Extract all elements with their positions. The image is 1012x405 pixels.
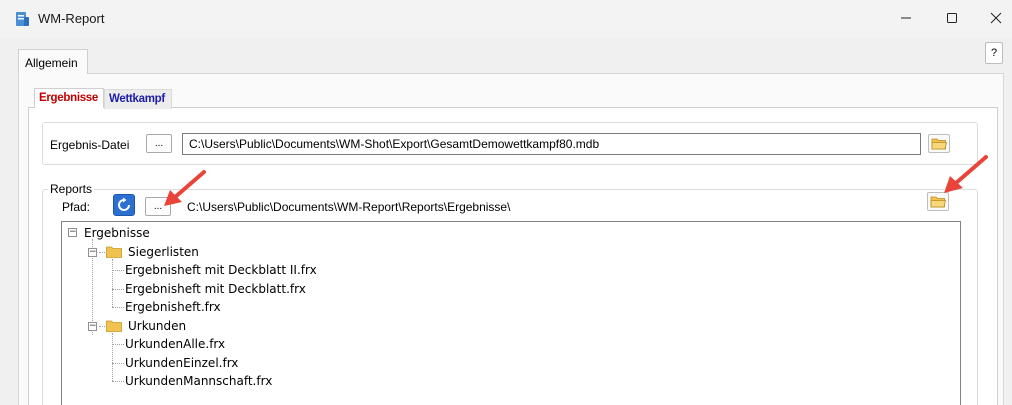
expander-root[interactable]: −: [68, 228, 77, 237]
tree-connector: [112, 344, 124, 345]
refresh-button[interactable]: [113, 194, 135, 216]
folder-open-icon: [931, 138, 947, 150]
result-file-label: Ergebnis-Datei: [50, 138, 130, 152]
expander-siegerlisten[interactable]: −: [88, 248, 97, 257]
minimize-button[interactable]: [888, 6, 924, 30]
tree-item[interactable]: Ergebnisheft mit Deckblatt.frx: [125, 282, 306, 296]
folder-icon: [106, 246, 122, 258]
tree-root[interactable]: Ergebnisse: [84, 226, 150, 240]
refresh-icon: [118, 197, 130, 211]
folder-icon: [106, 320, 122, 332]
result-file-browse-button[interactable]: ...: [146, 134, 172, 153]
folder-open-icon: [930, 196, 946, 208]
tree-group-siegerlisten[interactable]: Siegerlisten: [128, 245, 199, 259]
tab-ergebnisse[interactable]: Ergebnisse: [34, 88, 104, 108]
annotation-arrow: [164, 170, 206, 206]
minimize-icon: [901, 17, 911, 19]
close-icon: [990, 12, 1002, 24]
tree-item[interactable]: Ergebnisheft mit Deckblatt II.frx: [125, 263, 317, 277]
tree-connector: [99, 252, 105, 253]
annotation-arrow: [944, 155, 988, 193]
tree-connector: [112, 259, 113, 307]
tab-allgemein[interactable]: Allgemein: [18, 49, 88, 74]
tree-connector: [112, 363, 124, 364]
app-icon: [16, 12, 29, 26]
tree-connector: [99, 326, 105, 327]
reports-path-value: C:\Users\Public\Documents\WM-Report\Repo…: [187, 200, 511, 214]
tree-group-urkunden[interactable]: Urkunden: [128, 319, 186, 333]
result-file-open-folder-button[interactable]: [928, 134, 950, 153]
tree-item[interactable]: UrkundenAlle.frx: [125, 337, 225, 351]
result-file-path-input[interactable]: C:\Users\Public\Documents\WM-Shot\Export…: [182, 133, 921, 155]
report-tree[interactable]: − Ergebnisse − Siegerlisten Ergebnisheft…: [61, 221, 961, 405]
help-button[interactable]: ?: [985, 42, 1003, 64]
reports-legend: Reports: [48, 182, 95, 196]
reports-path-label: Pfad:: [62, 200, 91, 214]
expander-urkunden[interactable]: −: [88, 322, 97, 331]
maximize-icon: [947, 13, 957, 23]
tree-connector: [112, 307, 124, 308]
tree-item[interactable]: UrkundenEinzel.frx: [125, 356, 238, 370]
tree-item[interactable]: UrkundenMannschaft.frx: [125, 374, 272, 388]
tree-connector: [112, 289, 124, 290]
tree-connector: [112, 270, 124, 271]
tree-connector: [112, 381, 124, 382]
close-button[interactable]: [978, 6, 1012, 30]
tree-item[interactable]: Ergebnisheft.frx: [125, 300, 221, 314]
title-bar: WM-Report: [0, 0, 1012, 38]
tab-wettkampf[interactable]: Wettkampf: [104, 89, 172, 109]
window-title: WM-Report: [38, 11, 105, 26]
tree-connector: [112, 333, 113, 381]
maximize-button[interactable]: [934, 6, 970, 30]
